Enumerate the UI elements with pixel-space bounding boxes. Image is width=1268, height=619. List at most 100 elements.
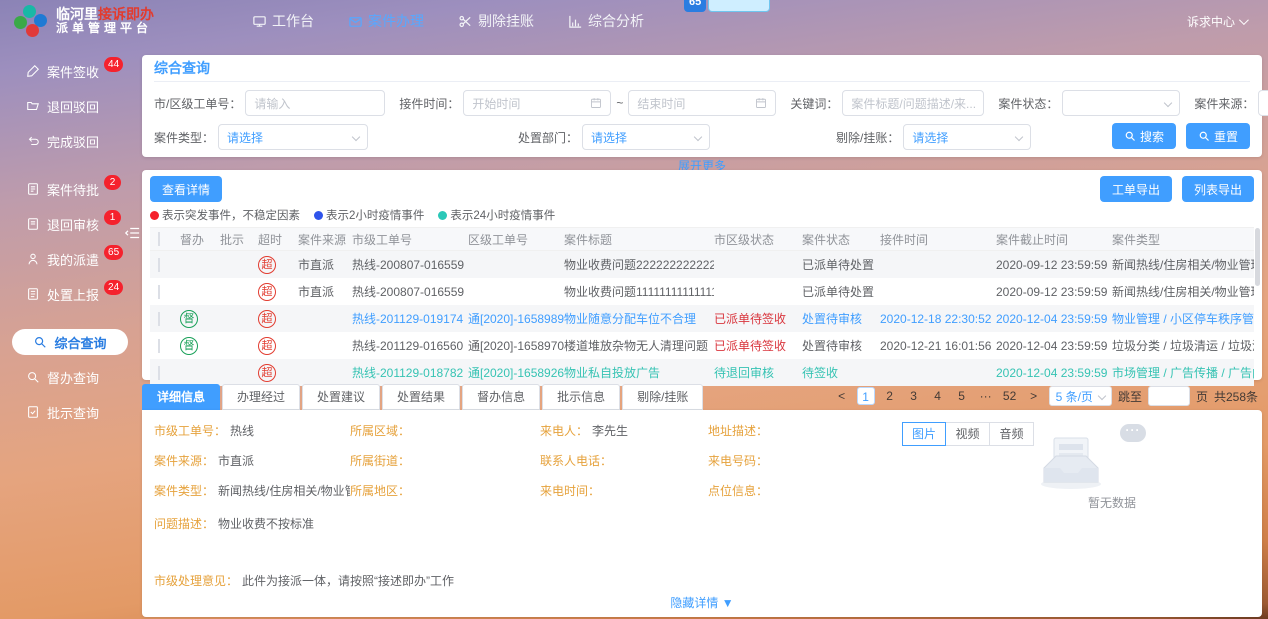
pen-icon: [26, 64, 40, 78]
end-time-input[interactable]: 结束时间: [628, 90, 776, 116]
chevron-down-icon: [1015, 133, 1023, 141]
monitor-icon: [252, 14, 267, 29]
detail-panel: 市级工单号：热线 所属区域： 来电人：李先生 地址描述： 案件来源：市直派 所属…: [142, 410, 1262, 617]
tab-remove-pending[interactable]: 剔除/挂账: [622, 384, 703, 410]
tab-supervise-info[interactable]: 督办信息: [462, 384, 540, 410]
view-detail-button[interactable]: 查看详情: [150, 176, 222, 202]
next-page-button[interactable]: >: [1025, 387, 1043, 405]
tab-dispose-result[interactable]: 处置结果: [382, 384, 460, 410]
export-order-button[interactable]: 工单导出: [1100, 176, 1172, 202]
reset-button[interactable]: 重置: [1186, 123, 1250, 149]
tab-handle-process[interactable]: 办理经过: [222, 384, 300, 410]
sidebar-item-instruction-query[interactable]: 批示查询: [26, 399, 132, 425]
case-status-label: 案件状态：: [998, 95, 1058, 112]
empty-state: 暂无数据: [1032, 432, 1192, 511]
main-content: 综合查询 市/区级工单号： 请输入 接件时间： 开始时间 ~ 结束时间 关键词：…: [142, 42, 1262, 617]
media-panel: 图片 视频 音频 暂无数据 ···: [902, 422, 1250, 613]
export-list-button[interactable]: 列表导出: [1182, 176, 1254, 202]
row-checkbox[interactable]: [158, 258, 160, 272]
sidebar-item-return-review[interactable]: 退回审核1: [26, 211, 132, 237]
tab-detail-info[interactable]: 详细信息: [142, 384, 220, 410]
page-ellipsis[interactable]: ···: [977, 387, 995, 405]
logo-subtitle: 派单管理平台: [56, 21, 154, 35]
sidebar-item-finish-reject[interactable]: 完成驳回: [26, 128, 132, 154]
media-tab-audio[interactable]: 音频: [990, 422, 1034, 446]
sidebar-item-dispose-report[interactable]: 处置上报24: [26, 281, 132, 307]
sidebar: 案件签收44 退回驳回 完成驳回 案件待批2 退回审核1 我的派遣65 处置上报…: [0, 42, 142, 619]
select-all-checkbox[interactable]: [158, 232, 160, 246]
dept-label: 处置部门：: [518, 129, 578, 146]
sidebar-item-supervise-query[interactable]: 督办查询: [26, 364, 132, 390]
search-button[interactable]: 搜索: [1112, 123, 1176, 149]
row-checkbox[interactable]: [158, 285, 160, 299]
start-time-input[interactable]: 开始时间: [463, 90, 611, 116]
remove-select[interactable]: 请选择: [903, 124, 1031, 150]
page-size-select[interactable]: 5 条/页: [1049, 386, 1112, 406]
case-status-select[interactable]: [1062, 90, 1180, 116]
city-order-value: 热线: [230, 422, 254, 439]
empty-text: 暂无数据: [1032, 494, 1192, 511]
opinion-value: 此件为接派一体，请按照“接述即办”工作: [242, 572, 454, 589]
problem-value: 物业收费不按标准: [218, 515, 314, 532]
nav-analysis[interactable]: 综合分析: [568, 11, 644, 31]
jump-label: 跳至: [1118, 388, 1142, 405]
sidebar-item-case-sign[interactable]: 案件签收44: [26, 58, 132, 84]
prev-page-button[interactable]: <: [833, 387, 851, 405]
row-checkbox[interactable]: [158, 339, 160, 353]
tab-instruction-info[interactable]: 批示信息: [542, 384, 620, 410]
table-row[interactable]: 超 市直派 热线-200807-016559 物业收费问题11111111111…: [150, 278, 1254, 305]
hide-detail-link[interactable]: 隐藏详情 ▼: [142, 594, 1262, 611]
overtime-seal: 超: [258, 364, 276, 382]
scissors-icon: [458, 14, 473, 29]
search-icon: [33, 335, 47, 349]
case-source-select[interactable]: [1258, 90, 1268, 116]
nav-remove-pending[interactable]: 剔除挂账: [458, 11, 534, 31]
overtime-seal: 超: [258, 310, 276, 328]
table-row[interactable]: 超 热线-201129-018782 通[2020]-1658926 物业私自投…: [150, 359, 1254, 386]
order-no-input[interactable]: 请输入: [245, 90, 385, 116]
sidebar-item-case-pending[interactable]: 案件待批2: [26, 176, 132, 202]
table-row[interactable]: 超 市直派 热线-200807-016559 物业收费问题22222222222…: [150, 251, 1254, 278]
sidebar-item-return-reject[interactable]: 退回驳回: [26, 93, 132, 119]
table-scrollbar[interactable]: [1255, 228, 1260, 286]
page-button[interactable]: 1: [857, 387, 875, 405]
collapse-sidebar-icon[interactable]: [124, 226, 140, 240]
page-button[interactable]: 52: [1001, 387, 1019, 405]
notification-count-badge[interactable]: 65: [684, 0, 706, 12]
media-tab-video[interactable]: 视频: [946, 422, 990, 446]
keyword-input[interactable]: 案件标题/问题描述/来...: [842, 90, 984, 116]
page-button[interactable]: 5: [953, 387, 971, 405]
tab-dispose-suggestion[interactable]: 处置建议: [302, 384, 380, 410]
case-type-select[interactable]: 请选择: [218, 124, 368, 150]
page-button[interactable]: 4: [929, 387, 947, 405]
search-icon: [1198, 130, 1210, 142]
jump-page-input[interactable]: [1148, 386, 1190, 406]
row-checkbox[interactable]: [158, 366, 160, 380]
logo-title-part1: 临河里: [56, 6, 98, 22]
row-checkbox[interactable]: [158, 312, 160, 326]
page-button[interactable]: 3: [905, 387, 923, 405]
notification-bubble[interactable]: [708, 0, 770, 12]
media-tab-image[interactable]: 图片: [902, 422, 946, 446]
table-row[interactable]: 督 超 热线-201129-016560 通[2020]-1658970 楼道堆…: [150, 332, 1254, 359]
dept-select[interactable]: 请选择: [582, 124, 710, 150]
total-count: 共258条: [1214, 388, 1258, 405]
page-button[interactable]: 2: [881, 387, 899, 405]
app-logo: 临河里接诉即办 派单管理平台: [14, 4, 224, 38]
table-row[interactable]: 督 超 热线-201129-019174 通[2020]-1658989 物业随…: [150, 305, 1254, 332]
blue-dot-icon: [314, 211, 323, 220]
type-value: 新闻热线/住房相关/物业管: [218, 482, 350, 499]
chevron-down-icon: [1239, 15, 1249, 25]
sidebar-item-my-dispatch[interactable]: 我的派遣65: [26, 246, 132, 272]
nav-case-handling[interactable]: 案件办理: [348, 11, 424, 31]
overtime-seal: 超: [258, 283, 276, 301]
pagination: < 1 2 3 4 5 ··· 52 > 5 条/页 跳至 页 共258条: [833, 386, 1258, 406]
page-suffix: 页: [1196, 388, 1208, 405]
user-center-menu[interactable]: 诉求中心: [1187, 13, 1246, 30]
sidebar-item-comprehensive-query[interactable]: 综合查询: [12, 329, 128, 355]
list-icon: [26, 287, 40, 301]
calendar-icon: [590, 97, 602, 109]
chevron-down-icon: [1098, 392, 1106, 400]
nav-workbench[interactable]: 工作台: [252, 11, 314, 31]
caller-value: 李先生: [592, 422, 628, 439]
